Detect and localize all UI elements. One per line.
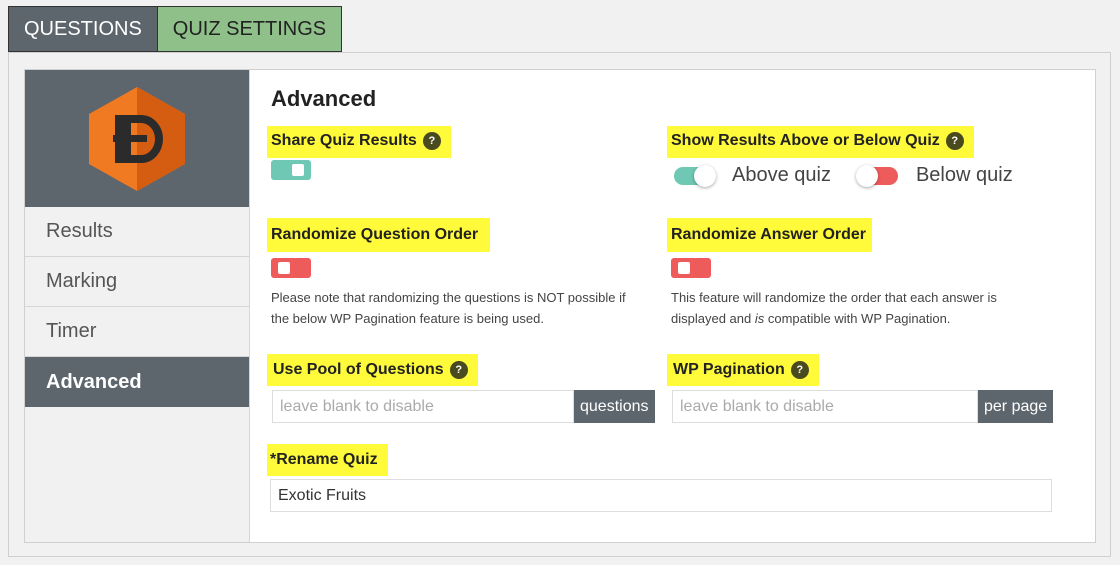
show-results-label: Show Results Above or Below Quiz ?	[667, 126, 974, 158]
randomize-answers-field: Randomize Answer Order This feature will…	[667, 218, 997, 329]
main-content: Advanced Share Quiz Results ? Show Resul…	[251, 70, 1096, 542]
pool-input-group: questions	[272, 390, 655, 423]
sidebar-item-results[interactable]: Results	[25, 207, 249, 257]
randomize-questions-note: Please note that randomizing the questio…	[271, 287, 626, 329]
pool-label: Use Pool of Questions ?	[267, 354, 478, 386]
pagination-addon: per page	[978, 390, 1054, 423]
note-emphasis: is	[754, 311, 765, 326]
show-results-options: Above quiz Below quiz	[674, 164, 1013, 187]
below-quiz-label[interactable]: Below quiz	[916, 164, 1013, 187]
tab-questions[interactable]: QUESTIONS	[8, 6, 158, 52]
randomize-questions-label: Randomize Question Order	[267, 218, 491, 252]
section-title: Advanced	[271, 86, 377, 111]
help-icon[interactable]: ?	[790, 361, 809, 379]
note-line: the below WP Pagination feature is being…	[271, 311, 544, 326]
top-tabs: QUESTIONS QUIZ SETTINGS	[8, 6, 343, 52]
help-icon[interactable]: ?	[422, 132, 441, 150]
randomize-answers-text: Randomize Answer Order	[671, 226, 867, 243]
randomize-answers-label: Randomize Answer Order	[667, 218, 873, 252]
pool-field: Use Pool of Questions ? questions	[267, 354, 655, 423]
rename-field: *Rename Quiz	[267, 444, 1052, 512]
tab-quiz-settings[interactable]: QUIZ SETTINGS	[157, 6, 343, 52]
note-line: This feature will randomize the order th…	[671, 290, 997, 305]
help-icon[interactable]: ?	[945, 132, 964, 150]
help-icon[interactable]: ?	[449, 361, 468, 379]
toggle-knob	[855, 164, 878, 187]
pool-input[interactable]	[272, 390, 574, 423]
logo-area	[25, 70, 249, 207]
below-quiz-toggle[interactable]	[855, 164, 898, 187]
share-results-text: Share Quiz Results	[271, 132, 417, 149]
sidebar-item-advanced[interactable]: Advanced	[25, 357, 249, 407]
share-results-field: Share Quiz Results ?	[267, 126, 451, 180]
rename-label: *Rename Quiz	[267, 444, 388, 476]
note-line: Please note that randomizing the questio…	[271, 290, 626, 305]
show-results-field: Show Results Above or Below Quiz ? Above…	[667, 126, 1013, 187]
settings-frame: Results Marking Timer Advanced Advanced …	[8, 52, 1111, 557]
toggle-knob	[292, 164, 304, 176]
toggle-knob	[278, 262, 290, 274]
pagination-text: WP Pagination	[673, 361, 785, 378]
note-text: compatible with WP Pagination.	[764, 311, 951, 326]
sidebar: Results Marking Timer Advanced	[25, 70, 250, 542]
pagination-input-group: per page	[672, 390, 1054, 423]
pool-addon: questions	[574, 390, 655, 423]
pagination-field: WP Pagination ? per page	[667, 354, 1054, 423]
randomize-questions-text: Randomize Question Order	[271, 226, 479, 243]
randomize-questions-toggle[interactable]	[271, 258, 311, 278]
note-text: displayed and	[671, 311, 755, 326]
show-results-text: Show Results Above or Below Quiz	[671, 132, 940, 149]
toggle-knob	[678, 262, 690, 274]
share-results-label: Share Quiz Results ?	[267, 126, 451, 158]
above-quiz-label[interactable]: Above quiz	[732, 164, 831, 187]
pagination-label: WP Pagination ?	[667, 354, 819, 386]
sidebar-item-timer[interactable]: Timer	[25, 307, 249, 357]
randomize-answers-note: This feature will randomize the order th…	[671, 287, 997, 329]
sidebar-item-marking[interactable]: Marking	[25, 257, 249, 307]
note-line: displayed and is compatible with WP Pagi…	[671, 308, 997, 329]
toggle-knob	[694, 164, 716, 187]
share-results-toggle[interactable]	[271, 160, 311, 180]
settings-panel: Results Marking Timer Advanced Advanced …	[24, 69, 1096, 543]
logo-icon	[89, 86, 185, 191]
pagination-input[interactable]	[672, 390, 978, 423]
randomize-questions-field: Randomize Question Order Please note tha…	[267, 218, 626, 329]
above-quiz-toggle[interactable]	[674, 164, 716, 187]
rename-input[interactable]	[270, 479, 1052, 512]
pool-text: Use Pool of Questions	[273, 361, 444, 378]
randomize-answers-toggle[interactable]	[671, 258, 711, 278]
rename-text: *Rename Quiz	[270, 451, 378, 468]
